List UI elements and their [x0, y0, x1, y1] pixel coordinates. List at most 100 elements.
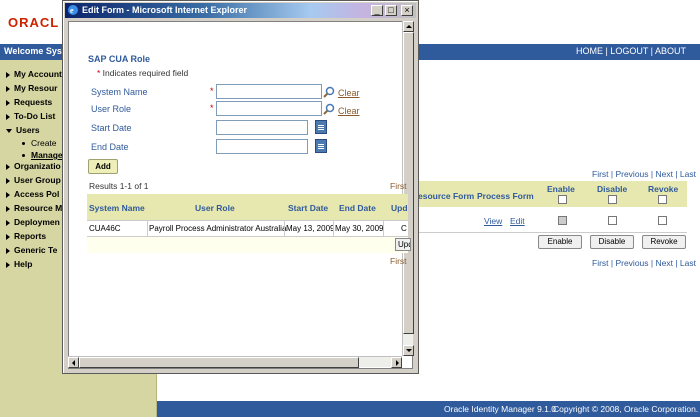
bullet-icon	[22, 142, 25, 146]
nav-subitem-manage[interactable]: Manage	[22, 150, 63, 160]
down-arrow-icon	[406, 349, 412, 352]
oracle-logo: ORACL	[8, 15, 60, 30]
nav-item-todo-list[interactable]: To-Do List	[6, 111, 55, 121]
column-divider	[333, 221, 334, 238]
left-arrow-icon	[72, 360, 75, 366]
popup-action-row	[87, 237, 408, 253]
footer-copyright: Copyright © 2008, Oracle Corporation.	[553, 404, 699, 414]
edit-link[interactable]: Edit	[510, 216, 525, 226]
header-enable: Enable	[547, 184, 575, 194]
arrow-right-icon	[6, 219, 10, 226]
required-star-icon: *	[210, 86, 214, 96]
top-links[interactable]: HOME | LOGOUT | ABOUT	[576, 46, 686, 56]
window-title: Edit Form - Microsoft Internet Explorer	[82, 5, 248, 15]
nav-item-my-resources[interactable]: My Resour	[6, 83, 57, 93]
end-date-label: End Date	[91, 142, 129, 152]
nav-item-reports[interactable]: Reports	[6, 231, 46, 241]
clear-user-role-link[interactable]: Clear	[338, 106, 360, 116]
popup-table-header: System Name User Role Start Date End Dat…	[87, 194, 408, 220]
scroll-left-button[interactable]	[68, 357, 79, 368]
minimize-button[interactable]: _	[371, 5, 383, 16]
header-revoke: Revoke	[648, 184, 679, 194]
enable-button[interactable]: Enable	[538, 235, 582, 249]
start-date-input[interactable]	[216, 120, 308, 135]
right-arrow-icon	[396, 360, 399, 366]
nav-item-help[interactable]: Help	[6, 259, 32, 269]
header-start-date: Start Date	[288, 203, 329, 213]
nav-item-access-policies[interactable]: Access Pol	[6, 189, 59, 199]
user-role-input[interactable]	[216, 101, 322, 116]
arrow-right-icon	[6, 71, 10, 78]
disable-row-checkbox[interactable]	[608, 216, 617, 225]
results-count: Results 1-1 of 1	[89, 181, 149, 191]
svg-text:e: e	[70, 6, 74, 15]
arrow-right-icon	[6, 233, 10, 240]
arrow-right-icon	[6, 247, 10, 254]
window-titlebar[interactable]: e Edit Form - Microsoft Internet Explore…	[65, 3, 416, 18]
required-star-icon: *	[210, 103, 214, 113]
view-link[interactable]: View	[484, 216, 502, 226]
calendar-icon[interactable]	[315, 120, 327, 134]
disable-all-checkbox[interactable]	[608, 195, 617, 204]
header-process-form: Process Form	[477, 191, 534, 201]
clear-system-name-link[interactable]: Clear	[338, 88, 360, 98]
nav-item-requests[interactable]: Requests	[6, 97, 52, 107]
column-divider	[147, 221, 148, 238]
end-date-input[interactable]	[216, 139, 308, 154]
nav-subitem-create[interactable]: Create	[22, 138, 57, 148]
revoke-button[interactable]: Revoke	[642, 235, 686, 249]
arrow-right-icon	[6, 177, 10, 184]
revoke-all-checkbox[interactable]	[658, 195, 667, 204]
nav-item-resource-management[interactable]: Resource M	[6, 203, 62, 213]
first-page-link-bottom[interactable]: First	[390, 256, 407, 266]
nav-item-my-account[interactable]: My Account	[6, 69, 62, 79]
update-button[interactable]: Upd	[395, 238, 411, 251]
background-table-header: esource Form Process Form Enable Disable…	[418, 181, 687, 207]
header-end-date: End Date	[339, 203, 376, 213]
nav-item-deployment[interactable]: Deploymen	[6, 217, 60, 227]
table-row: CUA46C Payroll Process Administrator Aus…	[87, 220, 408, 238]
system-name-label: System Name	[91, 87, 148, 97]
enable-all-checkbox[interactable]	[558, 195, 567, 204]
nav-item-generic-technology[interactable]: Generic Te	[6, 245, 57, 255]
header-disable: Disable	[597, 184, 628, 194]
nav-item-users[interactable]: Users	[6, 125, 40, 135]
pager-top[interactable]: First | Previous | Next | Last	[592, 169, 696, 179]
footer: Oracle Identity Manager 9.1.0 Copyright …	[157, 401, 700, 417]
cell-update: C	[401, 224, 407, 233]
welcome-text: Welcome Syste	[4, 46, 70, 56]
header-resource-form: esource Form	[418, 191, 475, 201]
maximize-button[interactable]: □	[385, 5, 397, 16]
add-button[interactable]: Add	[88, 159, 118, 174]
required-note: * Indicates required field	[97, 68, 189, 78]
pager-bottom[interactable]: First | Previous | Next | Last	[592, 258, 696, 268]
disable-button[interactable]: Disable	[590, 235, 634, 249]
arrow-right-icon	[6, 99, 10, 106]
arrow-right-icon	[6, 163, 10, 170]
header-user-role: User Role	[195, 203, 235, 213]
first-page-link[interactable]: First	[390, 181, 407, 191]
search-icon[interactable]	[323, 86, 335, 98]
background-table-row: View Edit	[418, 207, 687, 233]
scroll-right-button[interactable]	[391, 357, 402, 368]
arrow-right-icon	[6, 113, 10, 120]
revoke-row-checkbox[interactable]	[658, 216, 667, 225]
cell-user-role: Payroll Process Administrator Australia	[149, 224, 287, 233]
system-name-input[interactable]	[216, 84, 322, 99]
scroll-down-button[interactable]	[403, 345, 414, 356]
internet-explorer-icon: e	[68, 5, 78, 15]
arrow-right-icon	[6, 205, 10, 212]
user-role-label: User Role	[91, 104, 132, 114]
scroll-up-button[interactable]	[403, 21, 414, 32]
column-divider	[383, 221, 384, 238]
enable-row-checkbox[interactable]	[558, 216, 567, 225]
hscroll-thumb[interactable]	[79, 357, 359, 368]
nav-item-organizations[interactable]: Organizatio	[6, 161, 61, 171]
cell-system-name: CUA46C	[89, 224, 121, 233]
arrow-right-icon	[6, 85, 10, 92]
nav-item-user-groups[interactable]: User Group	[6, 175, 61, 185]
calendar-icon[interactable]	[315, 139, 327, 153]
horizontal-scrollbar[interactable]	[68, 356, 402, 368]
close-button[interactable]: ×	[401, 5, 413, 16]
search-icon[interactable]	[323, 103, 335, 115]
